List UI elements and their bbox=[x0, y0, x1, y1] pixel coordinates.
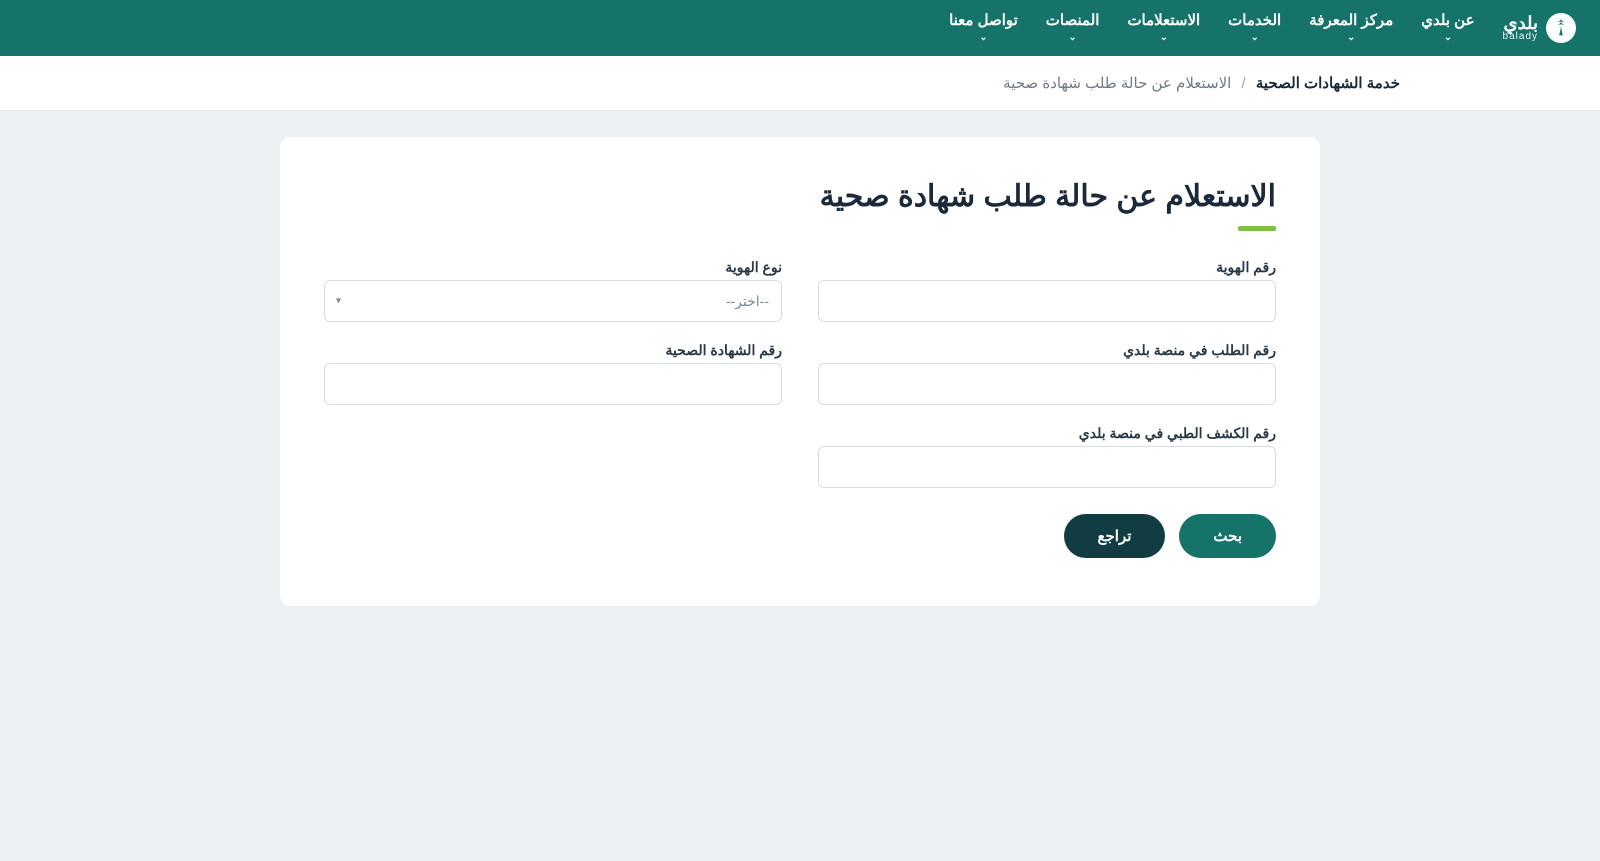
nav-services-label: الخدمات bbox=[1228, 12, 1281, 30]
breadcrumb: خدمة الشهادات الصحية / الاستعلام عن حالة… bbox=[0, 56, 1600, 111]
form-grid: رقم الهوية نوع الهوية --اختر-- ▾ رقم الط… bbox=[324, 259, 1276, 488]
grid-spacer bbox=[324, 425, 782, 488]
balady-request-input[interactable] bbox=[818, 363, 1276, 405]
nav-platforms-label: المنصات bbox=[1046, 12, 1100, 30]
field-balady-request: رقم الطلب في منصة بلدي bbox=[818, 342, 1276, 405]
nav-services[interactable]: الخدمات ⌄ bbox=[1228, 12, 1281, 44]
nav-about-label: عن بلدي bbox=[1421, 12, 1474, 30]
chevron-down-icon: ⌄ bbox=[1347, 32, 1355, 44]
chevron-down-icon: ⌄ bbox=[1160, 32, 1168, 44]
brand-name-en: balady bbox=[1503, 32, 1538, 42]
brand-logo[interactable]: بلدي balady bbox=[1503, 13, 1576, 43]
breadcrumb-current: الاستعلام عن حالة طلب شهادة صحية bbox=[1003, 75, 1231, 92]
form-actions: بحث تراجع bbox=[324, 514, 1276, 558]
nav-about[interactable]: عن بلدي ⌄ bbox=[1421, 12, 1474, 44]
balady-request-label: رقم الطلب في منصة بلدي bbox=[818, 342, 1276, 359]
brand-text: بلدي balady bbox=[1503, 14, 1538, 42]
breadcrumb-root[interactable]: خدمة الشهادات الصحية bbox=[1256, 75, 1400, 92]
nav-knowledge-label: مركز المعرفة bbox=[1309, 12, 1393, 30]
medical-exam-label: رقم الكشف الطبي في منصة بلدي bbox=[818, 425, 1276, 442]
breadcrumb-separator: / bbox=[1242, 75, 1246, 92]
chevron-down-icon: ⌄ bbox=[1068, 32, 1076, 44]
medical-exam-input[interactable] bbox=[818, 446, 1276, 488]
nav-contact-label: تواصل معنا bbox=[949, 12, 1018, 30]
field-medical-exam: رقم الكشف الطبي في منصة بلدي bbox=[818, 425, 1276, 488]
id-number-input[interactable] bbox=[818, 280, 1276, 322]
search-button[interactable]: بحث bbox=[1179, 514, 1276, 558]
nav-knowledge[interactable]: مركز المعرفة ⌄ bbox=[1309, 12, 1393, 44]
form-card: الاستعلام عن حالة طلب شهادة صحية رقم اله… bbox=[280, 137, 1320, 606]
palm-logo-icon bbox=[1546, 13, 1576, 43]
nav-inquiries-label: الاستعلامات bbox=[1127, 12, 1200, 30]
health-cert-input[interactable] bbox=[324, 363, 782, 405]
nav-contact[interactable]: تواصل معنا ⌄ bbox=[949, 12, 1018, 44]
id-type-label: نوع الهوية bbox=[324, 259, 782, 276]
id-type-select-wrap: --اختر-- ▾ bbox=[324, 280, 782, 322]
back-button[interactable]: تراجع bbox=[1064, 514, 1166, 558]
chevron-down-icon: ⌄ bbox=[979, 32, 987, 44]
title-accent bbox=[1238, 226, 1276, 231]
id-type-select[interactable]: --اختر-- bbox=[324, 280, 782, 322]
main-nav: عن بلدي ⌄ مركز المعرفة ⌄ الخدمات ⌄ الاست… bbox=[949, 12, 1474, 44]
id-number-label: رقم الهوية bbox=[818, 259, 1276, 276]
brand-name-ar: بلدي bbox=[1503, 14, 1538, 32]
chevron-down-icon: ⌄ bbox=[1251, 32, 1259, 44]
field-id-type: نوع الهوية --اختر-- ▾ bbox=[324, 259, 782, 322]
health-cert-label: رقم الشهادة الصحية bbox=[324, 342, 782, 359]
nav-inquiries[interactable]: الاستعلامات ⌄ bbox=[1127, 12, 1200, 44]
page-body: الاستعلام عن حالة طلب شهادة صحية رقم اله… bbox=[0, 111, 1600, 666]
field-id-number: رقم الهوية bbox=[818, 259, 1276, 322]
chevron-down-icon: ⌄ bbox=[1444, 32, 1452, 44]
main-header: بلدي balady عن بلدي ⌄ مركز المعرفة ⌄ الخ… bbox=[0, 0, 1600, 56]
page-title: الاستعلام عن حالة طلب شهادة صحية bbox=[324, 179, 1276, 214]
field-health-cert: رقم الشهادة الصحية bbox=[324, 342, 782, 405]
nav-platforms[interactable]: المنصات ⌄ bbox=[1046, 12, 1100, 44]
